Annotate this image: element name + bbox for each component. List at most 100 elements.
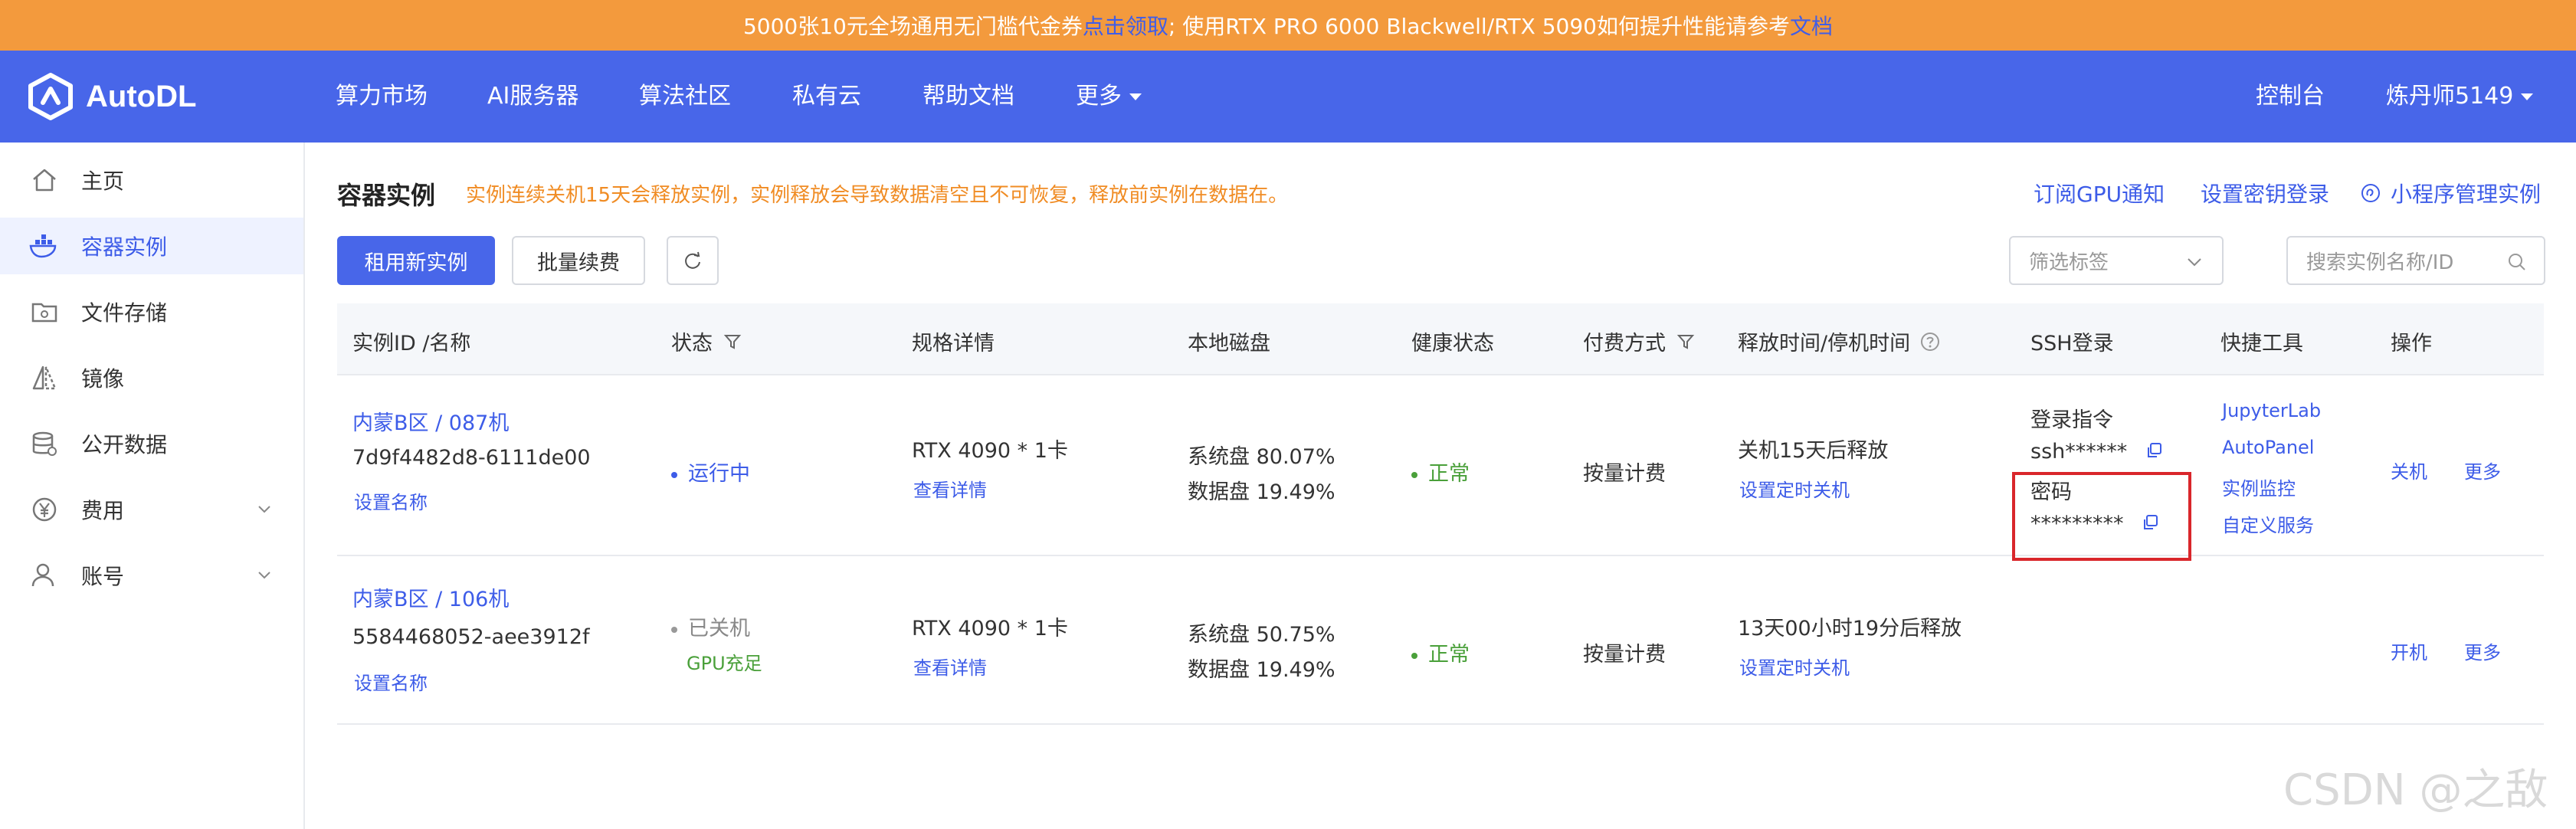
billing-type: 按量计费 [1583,643,1666,667]
col-release-time: 释放时间/停机时间 [1738,326,1941,356]
main-content: 容器实例 实例连续关机15天会释放实例，实例释放会导致数据清空且不可恢复，释放前… [305,143,2576,829]
status-text: 运行中 [688,462,750,486]
ssh-command-label: 登录指令 [2030,408,2113,432]
chevron-down-icon [1129,93,1142,100]
col-status-label: 状态 [671,332,713,356]
instance-id: 5584468052-aee3912f [352,625,590,649]
set-timed-shutdown-link[interactable]: 设置定时关机 [1739,653,1850,680]
miniprogram-link[interactable]: 小程序管理实例 [2360,178,2541,208]
autodl-logo[interactable]: AutoDL [26,72,196,121]
nav-private-cloud[interactable]: 私有云 [792,80,861,113]
gpu-availability: GPU充足 [687,653,762,674]
refresh-icon [685,251,700,269]
tag-filter-select[interactable]: 筛选标签 [2009,236,2224,285]
shutdown-button[interactable]: 关机 [2391,457,2427,483]
set-key-login-link[interactable]: 设置密钥登录 [2201,178,2329,208]
banner-doc-link[interactable]: 文档 [1790,10,1833,41]
instance-id: 7d9f4482d8-6111de00 [352,446,591,470]
nav-algo-community[interactable]: 算法社区 [639,80,731,113]
sidebar-item-label: 容器实例 [81,234,168,260]
health-status: 正常 [1411,637,1470,667]
tag-filter-placeholder: 筛选标签 [2029,251,2109,274]
help-icon[interactable] [1919,331,1941,352]
sidebar-item-billing[interactable]: 费用 [0,481,303,538]
release-notice: 实例连续关机15天会释放实例，实例释放会导致数据清空且不可恢复，释放前实例在数据… [466,184,1289,207]
custom-service-link[interactable]: 自定义服务 [2222,510,2314,537]
page-title: 容器实例 [337,181,436,210]
col-release-label: 释放时间/停机时间 [1738,332,1911,356]
spec-text: RTX 4090 * 1卡 [912,439,1068,463]
autopanel-link[interactable]: AutoPanel [2222,437,2314,458]
spec-detail-link[interactable]: 查看详情 [913,475,987,502]
yen-icon [29,494,60,525]
sidebar-item-account[interactable]: 账号 [0,547,303,604]
instance-search-input[interactable]: 搜索实例名称/ID [2286,236,2545,285]
nav-console[interactable]: 控制台 [2256,80,2325,113]
sidebar-item-label: 账号 [81,564,125,589]
folder-icon [29,297,60,327]
health-dot [1411,652,1417,659]
filter-icon[interactable] [1676,333,1695,351]
sidebar-item-label: 主页 [81,169,125,194]
release-time: 关机15天后释放 [1738,439,1889,463]
banner-claim-link[interactable]: 点击领取 [1083,10,1168,41]
promo-banner: 5000张10元全场通用无门槛代金券 点击领取 ; 使用RTX PRO 6000… [0,0,2576,51]
col-billing[interactable]: 付费方式 [1583,326,1695,356]
start-button[interactable]: 开机 [2391,637,2427,664]
banner-text-2: ; 使用RTX PRO 6000 Blackwell/RTX 5090如何提升性… [1168,14,1790,39]
sidebar-item-containers[interactable]: 容器实例 [0,218,303,274]
sidebar-item-images[interactable]: 镜像 [0,349,303,406]
system-disk-usage: 系统盘 80.07% [1188,445,1336,469]
table-header: 实例ID /名称 状态 规格详情 本地磁盘 健康状态 付费方式 释放时间/停机时… [337,303,2544,375]
status-badge: 运行中 [671,457,750,487]
user-name: 炼丹师5149 [2386,83,2514,110]
system-disk-usage: 系统盘 50.75% [1188,623,1336,647]
user-menu[interactable]: 炼丹师5149 [2386,80,2534,113]
instance-monitor-link[interactable]: 实例监控 [2222,473,2296,500]
billing-type: 按量计费 [1583,462,1666,486]
rent-instance-button[interactable]: 租用新实例 [337,236,495,285]
col-status[interactable]: 状态 [671,326,742,356]
refresh-button[interactable] [667,236,719,285]
data-disk-usage: 数据盘 19.49% [1188,480,1336,504]
autodl-logo-icon [28,73,73,120]
status-dot [671,471,677,478]
sidebar-item-file-storage[interactable]: 文件存储 [0,283,303,340]
data-disk-usage: 数据盘 19.49% [1188,658,1336,682]
search-placeholder: 搜索实例名称/ID [2306,251,2454,274]
health-status: 正常 [1411,457,1470,487]
chevron-down-icon [2188,258,2201,267]
release-time: 13天00小时19分后释放 [1738,617,1962,641]
filter-icon[interactable] [723,333,742,351]
set-name-link[interactable]: 设置名称 [354,487,428,514]
subscribe-gpu-link[interactable]: 订阅GPU通知 [2034,178,2165,208]
database-icon [29,428,60,459]
instance-name-link[interactable]: 内蒙B区 / 106机 [352,582,509,612]
table-row: 内蒙B区 / 087机 7d9f4482d8-6111de00 设置名称 运行中… [337,375,2544,556]
status-badge: 已关机 [671,611,750,641]
jupyterlab-link[interactable]: JupyterLab [2222,400,2321,421]
spec-detail-link[interactable]: 查看详情 [913,653,987,680]
csdn-watermark: CSDN @之敌 [2283,765,2548,815]
nav-compute-market[interactable]: 算力市场 [336,80,428,113]
container-icon [29,231,60,261]
col-instance-id: 实例ID /名称 [352,332,471,356]
col-tools: 快捷工具 [2220,332,2303,356]
more-actions-button[interactable]: 更多 [2464,457,2501,483]
nav-more[interactable]: 更多 [1076,80,1142,113]
instance-name-link[interactable]: 内蒙B区 / 087机 [352,406,509,436]
nav-help-docs[interactable]: 帮助文档 [923,80,1014,113]
set-timed-shutdown-link[interactable]: 设置定时关机 [1739,475,1850,502]
miniprogram-icon [2360,182,2381,204]
set-name-link[interactable]: 设置名称 [354,668,428,695]
sidebar-item-public-data[interactable]: 公开数据 [0,415,303,472]
mirror-icon [29,362,60,393]
sidebar-item-label: 公开数据 [81,432,168,457]
sidebar-item-home[interactable]: 主页 [0,152,303,208]
nav-ai-server[interactable]: AI服务器 [487,80,578,113]
status-text: 已关机 [688,617,750,641]
more-actions-button[interactable]: 更多 [2464,637,2501,664]
copy-icon[interactable] [2145,441,2163,460]
batch-renew-button[interactable]: 批量续费 [512,236,645,285]
health-text: 正常 [1428,462,1470,486]
